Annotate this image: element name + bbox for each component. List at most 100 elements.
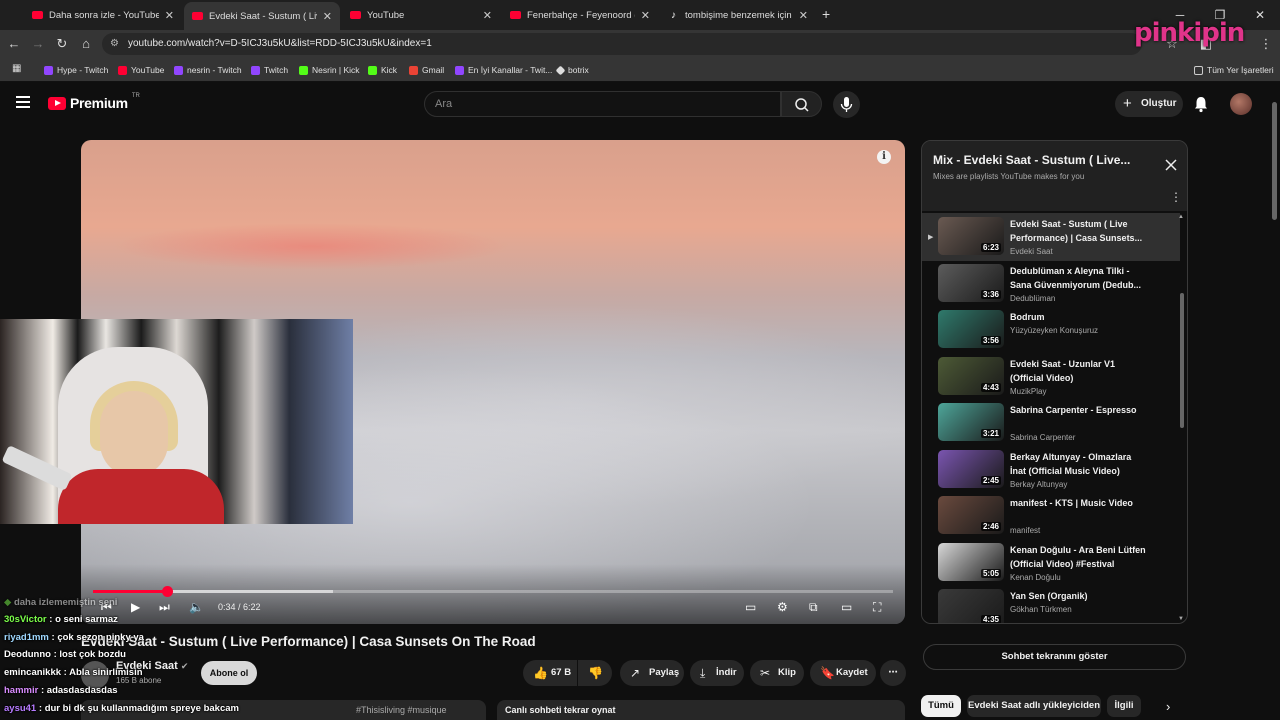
more-actions-button[interactable]: ⋯ [880,660,906,686]
bookmark-icon: 🔖 [820,666,835,680]
bookmark-item[interactable]: YouTube [118,63,164,77]
voice-search-button[interactable] [833,91,860,118]
browser-tab[interactable]: ♪ tombişime benzemek için çok uğ ✕ [660,4,816,26]
miniplayer-icon[interactable]: ⧉ [809,600,818,615]
mix-item-thumbnail[interactable]: 6:23 [938,217,1004,255]
back-icon[interactable]: ← [4,34,24,54]
chip-all[interactable]: Tümü [921,695,961,717]
chip-related[interactable]: İlgili [1107,695,1141,717]
save-button[interactable]: 🔖 Kaydet [810,660,876,686]
mix-item-thumbnail[interactable]: 2:46 [938,496,1004,534]
bookmark-item[interactable]: Kick [368,63,397,77]
fullscreen-icon[interactable]: ⛶ [873,600,881,615]
mix-item-channel: Berkay Altunyay [1010,479,1068,489]
mix-item-thumbnail[interactable]: 4:35 [938,589,1004,623]
mix-item-thumbnail[interactable]: 2:45 [938,449,1004,488]
bookmark-label: Kick [381,65,398,75]
mix-item-channel: Kenan Doğulu [1010,572,1061,582]
mix-item[interactable]: 3:36 Dedublüman x Aleyna Tilki - Sana Güv… [922,260,1180,308]
search-input[interactable]: Ara [424,91,781,117]
browser-tab[interactable]: Fenerbahçe - Feyenoord (5-2) Ma ✕ [502,4,658,26]
create-button[interactable]: + Oluştur [1115,91,1183,117]
bookmark-item[interactable]: nesrin - Twitch [174,63,242,77]
mix-item[interactable]: 2:46 manifest - KTS | Music Video manifest [922,492,1180,540]
subtitles-icon[interactable]: ▭ [745,600,756,614]
scroll-up-icon[interactable]: ▲ [1178,214,1184,220]
mix-item[interactable]: 2:45 Berkay Altunyay - Olmazlara İnat (Of… [922,446,1180,494]
youtube-play-icon [48,96,66,110]
youtube-icon [192,12,203,20]
mix-item[interactable]: ▶ 6:23 Evdeki Saat - Sustum ( Live Perform… [922,213,1180,261]
close-icon[interactable]: ✕ [799,9,808,22]
notifications-button[interactable] [1192,95,1210,113]
browser-tab[interactable]: Daha sonra izle - YouTube ✕ [24,4,182,26]
chat-replay-bar[interactable]: Canlı sohbeti tekrar oynat [497,700,905,720]
bookmark-item[interactable]: Twitch [251,63,288,77]
close-icon[interactable]: ✕ [641,9,650,22]
bookmark-item[interactable]: Nesrin | Kick [299,63,360,77]
dislike-button[interactable]: 👎 [578,660,612,686]
youtube-icon [350,11,361,19]
mix-item[interactable]: 4:35 Yan Sen (Organik) Gökhan Türkmen [922,585,1180,623]
bookmark-item[interactable]: Gmail [409,63,444,77]
close-icon[interactable]: ✕ [323,10,332,23]
mix-title: Mix - Evdeki Saat - Sustum ( Live... [933,153,1131,167]
mix-item-thumbnail[interactable]: 5:05 [938,542,1004,581]
mix-item[interactable]: 4:43 Evdeki Saat - Uzunlar V1 (Official V… [922,353,1180,401]
duration-badge: 5:05 [980,568,1001,578]
show-chat-button[interactable]: Sohbet tekranını göster [923,644,1186,670]
menu-icon[interactable]: ⋮ [1256,34,1276,54]
browser-tab-active[interactable]: Evdeki Saat - Sustum ( Live Perfo ✕ [184,2,340,30]
download-button[interactable]: ⤓ İndir [690,660,744,686]
bell-icon [1195,97,1207,113]
page-scrollbar[interactable] [1270,92,1278,720]
theater-mode-icon[interactable]: ▭ [841,600,852,614]
browser-tab[interactable]: YouTube ✕ [342,4,500,26]
close-icon[interactable]: ✕ [165,9,174,22]
bookmark-label: YouTube [131,65,165,75]
chip-from-uploader[interactable]: Evdeki Saat adlı yükleyiciden [967,695,1101,717]
settings-gear-icon[interactable]: ⚙ [777,600,788,614]
scroll-down-icon[interactable]: ▼ [1178,616,1184,622]
info-icon[interactable]: i [877,150,891,164]
close-window-icon[interactable]: ✕ [1240,8,1280,22]
hamburger-menu-icon[interactable] [16,96,30,108]
account-avatar[interactable] [1230,93,1252,115]
mix-item[interactable]: 3:21 Sabrina Carpenter - Espresso Sabrina … [922,399,1180,447]
clip-button[interactable]: ✂ Klip [750,660,804,686]
mix-item[interactable]: 3:56 Bodrum Yüzyüzeyken Konuşuruz [922,306,1180,354]
close-icon[interactable]: ✕ [483,9,492,22]
clip-label: Klip [778,667,796,678]
scissors-icon: ✂ [760,666,771,680]
page-scrollbar-thumb[interactable] [1272,102,1277,220]
apps-grid-icon[interactable]: ▦ [12,63,21,74]
mix-item[interactable]: 5:05 Kenan Doğulu - Ara Beni Lütfen (Offi… [922,539,1180,587]
mix-item-thumbnail[interactable]: 3:56 [938,310,1004,348]
close-mix-button[interactable] [1164,158,1178,172]
mix-scrollbar[interactable] [1180,293,1184,428]
all-bookmarks-folder[interactable]: Tüm Yer İşaretleri [1194,63,1274,77]
like-button[interactable]: 👍 67 B [523,660,577,686]
forward-icon[interactable]: → [28,34,48,54]
new-tab-button[interactable]: + [822,6,830,22]
home-icon[interactable]: ⌂ [76,34,96,54]
mix-item-thumbnail[interactable]: 4:43 [938,356,1004,395]
address-bar-row: ← → ↻ ⌂ ⚙ youtube.com/watch?v=D-5ICJ3u5k… [0,30,1280,58]
more-options-icon[interactable]: ⋮ [1170,190,1182,204]
bookmark-item[interactable]: Hype - Twitch [44,63,108,77]
search-button[interactable] [781,91,822,117]
mix-item-title: Dedublüman x Aleyna Tilki - Sana Güvenmi… [1010,265,1142,290]
reload-icon[interactable]: ↻ [52,34,72,54]
mix-item-thumbnail[interactable]: 3:36 [938,263,1004,302]
chevron-right-icon[interactable]: › [1166,699,1170,714]
youtube-logo[interactable]: Premium TR [48,93,140,111]
mix-item-thumbnail[interactable]: 3:21 [938,403,1004,441]
site-info-icon[interactable]: ⚙ [110,33,119,55]
chat-text: çok sezon pinky ya [57,631,144,643]
progress-bar[interactable] [93,586,893,597]
share-button[interactable]: ↗ Paylaş [620,660,684,686]
mix-item-title: Evdeki Saat - Sustum ( Live Performance)… [1010,219,1143,243]
bookmark-item[interactable]: botrix [555,63,589,77]
url-field[interactable]: ⚙ youtube.com/watch?v=D-5ICJ3u5kU&list=R… [102,33,1142,55]
bookmark-item[interactable]: En İyi Kanallar - Twit... [455,63,552,77]
